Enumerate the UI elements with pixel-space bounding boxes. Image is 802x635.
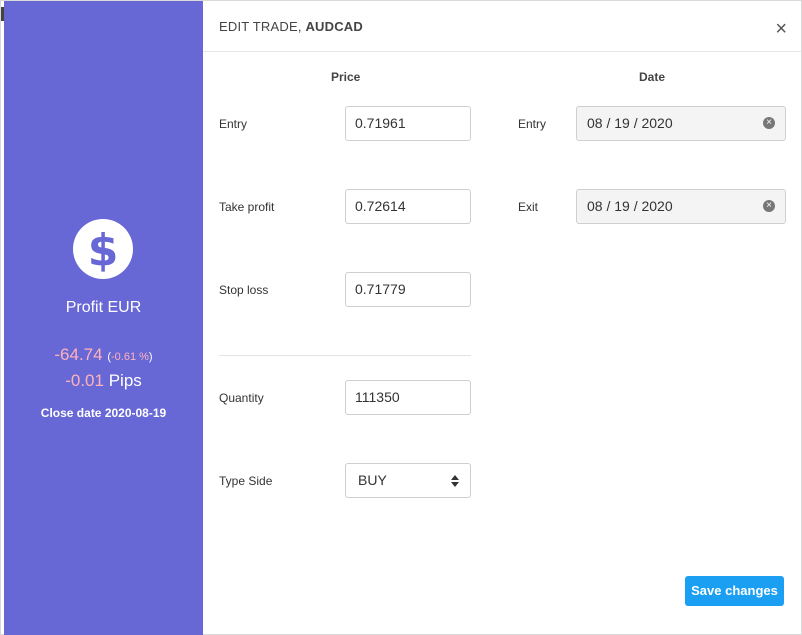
take-profit-input[interactable]: 0.72614: [345, 189, 471, 224]
profit-amount: -64.74 (-0.61 %): [4, 345, 203, 365]
entry-date-value: 08 / 19 / 2020: [587, 115, 673, 131]
type-side-value: BUY: [358, 472, 387, 488]
close-icon[interactable]: ×: [775, 19, 787, 39]
entry-price-input[interactable]: 0.71961: [345, 106, 471, 141]
type-side-select[interactable]: BUY: [345, 463, 471, 498]
exit-date-label: Exit: [518, 200, 539, 214]
entry-date-label: Entry: [518, 117, 547, 131]
profit-value: -64.74: [54, 345, 103, 364]
stop-loss-label: Stop loss: [219, 283, 269, 297]
trade-symbol: AUDCAD: [305, 19, 363, 34]
select-arrows-icon: [451, 475, 459, 487]
modal-title: EDIT TRADE, AUDCAD: [219, 19, 363, 34]
type-side-label: Type Side: [219, 474, 273, 488]
pips-label: Pips: [108, 371, 142, 390]
profit-currency-label: Profit EUR: [65, 299, 142, 316]
divider: [219, 355, 471, 356]
stop-loss-input[interactable]: 0.71779: [345, 272, 471, 307]
clear-icon[interactable]: ×: [763, 117, 775, 129]
take-profit-label: Take profit: [219, 200, 275, 214]
quantity-label: Quantity: [219, 391, 264, 405]
pips-amount: -0.01 Pips: [4, 371, 203, 391]
profit-percent: (-0.61 %): [107, 351, 153, 363]
svg-text:$: $: [88, 225, 119, 276]
edit-trade-modal: $ Profit EUR -64.74 (-0.61 %) -0.01 Pips…: [0, 0, 802, 635]
clear-icon[interactable]: ×: [763, 200, 775, 212]
price-column-heading: Price: [331, 70, 361, 84]
close-date: Close date 2020-08-19: [40, 406, 167, 420]
quantity-input[interactable]: 111350: [345, 380, 471, 415]
modal-header: EDIT TRADE, AUDCAD ×: [203, 1, 802, 52]
entry-date-input[interactable]: 08 / 19 / 2020 ×: [576, 106, 786, 141]
pips-value: -0.01: [65, 371, 104, 390]
dollar-icon: $: [73, 219, 133, 279]
entry-price-label: Entry: [219, 117, 248, 131]
profit-summary-panel: $ Profit EUR -64.74 (-0.61 %) -0.01 Pips…: [4, 1, 203, 635]
date-column-heading: Date: [639, 70, 666, 84]
exit-date-input[interactable]: 08 / 19 / 2020 ×: [576, 189, 786, 224]
exit-date-value: 08 / 19 / 2020: [587, 198, 673, 214]
save-changes-button[interactable]: Save changes: [685, 576, 784, 606]
